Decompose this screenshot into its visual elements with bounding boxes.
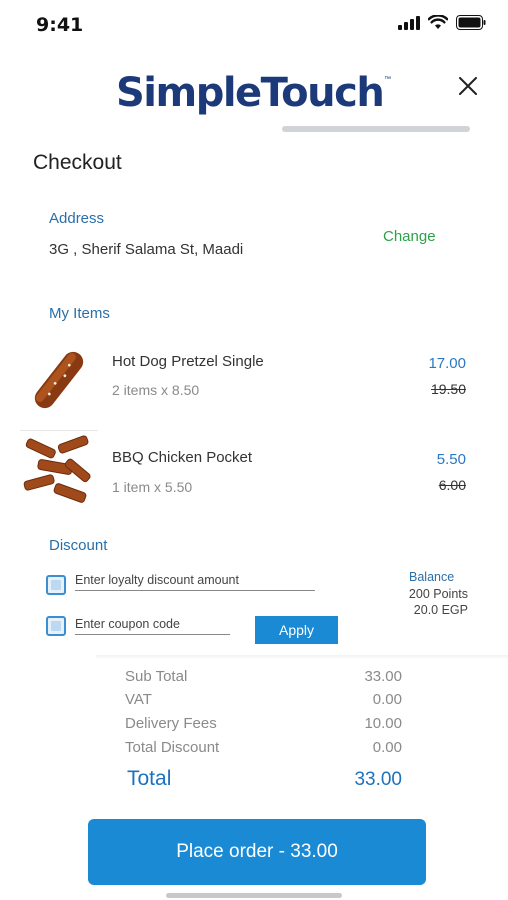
loyalty-discount-input[interactable] bbox=[75, 573, 315, 591]
bbq-chicken-pocket-image bbox=[23, 435, 91, 503]
status-icons bbox=[398, 15, 486, 30]
vat-label: VAT bbox=[125, 691, 152, 708]
status-time: 9:41 bbox=[36, 14, 84, 36]
item-quantity: 1 item x 5.50 bbox=[112, 479, 193, 495]
discount-label: Discount bbox=[49, 537, 108, 554]
signal-icon bbox=[398, 15, 420, 30]
summary-divider bbox=[96, 655, 508, 659]
item-original-price: 6.00 bbox=[438, 477, 466, 493]
my-items-label: My Items bbox=[49, 305, 110, 322]
change-address-link[interactable]: Change bbox=[383, 228, 436, 245]
home-indicator bbox=[166, 893, 342, 898]
delivery-fees-label: Delivery Fees bbox=[125, 715, 217, 732]
close-button[interactable] bbox=[452, 70, 484, 102]
subtotal-label: Sub Total bbox=[125, 668, 188, 685]
item-name: Hot Dog Pretzel Single bbox=[112, 353, 264, 370]
item-quantity: 2 items x 8.50 bbox=[112, 382, 200, 398]
delivery-fees-value: 10.00 bbox=[364, 715, 402, 732]
balance-points: 200 Points bbox=[408, 587, 468, 601]
loyalty-icon bbox=[46, 575, 66, 595]
total-label: Total bbox=[127, 767, 172, 790]
item-original-price: 19.50 bbox=[430, 381, 466, 397]
address-label: Address bbox=[49, 210, 105, 227]
total-discount-value: 0.00 bbox=[372, 739, 402, 756]
close-icon bbox=[459, 77, 477, 95]
item-price: 17.00 bbox=[428, 355, 466, 372]
status-bar: 9:41 bbox=[0, 0, 508, 52]
apply-coupon-button[interactable]: Apply bbox=[255, 616, 338, 644]
balance-egp: 20.0 EGP bbox=[413, 603, 468, 617]
item-price: 5.50 bbox=[436, 451, 466, 468]
address-value: 3G , Sherif Salama St, Maadi bbox=[49, 241, 244, 258]
wifi-icon bbox=[428, 15, 448, 29]
balance-label: Balance bbox=[409, 570, 455, 584]
trademark-symbol: ™ bbox=[384, 76, 391, 83]
subtotal-value: 33.00 bbox=[364, 668, 402, 685]
vat-value: 0.00 bbox=[372, 691, 402, 708]
item-divider bbox=[20, 430, 98, 431]
item-name: BBQ Chicken Pocket bbox=[112, 449, 253, 466]
battery-icon bbox=[456, 15, 486, 30]
total-value: 33.00 bbox=[354, 769, 402, 790]
page-title: Checkout bbox=[33, 151, 122, 174]
coupon-code-input[interactable] bbox=[75, 617, 230, 635]
place-order-button[interactable]: Place order - 33.00 bbox=[88, 819, 426, 885]
header-divider bbox=[282, 126, 470, 132]
coupon-icon bbox=[46, 616, 66, 636]
hot-dog-pretzel-image bbox=[34, 351, 84, 409]
total-discount-label: Total Discount bbox=[125, 739, 220, 756]
brand-logo: SimpleTouch bbox=[116, 70, 385, 116]
